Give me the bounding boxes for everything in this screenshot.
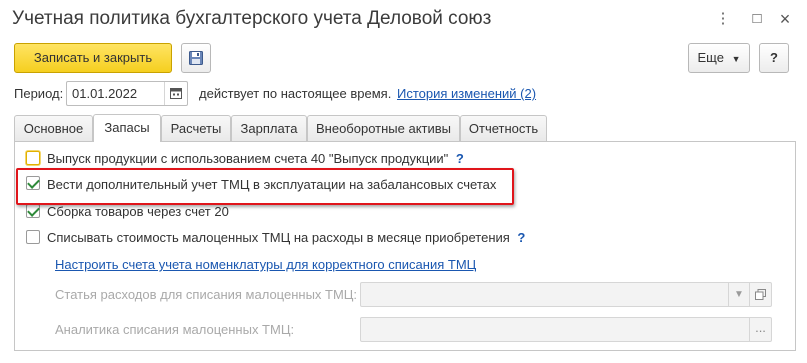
expense-item-dropdown-icon[interactable]: ▼ [728,283,749,306]
expense-item-field[interactable]: ▼ [360,282,772,307]
tab-vneoborotnye-aktivy[interactable]: Внеоборотные активы [307,115,460,141]
history-link[interactable]: История изменений (2) [397,86,536,101]
help-question-icon[interactable]: ? [456,151,464,166]
option-output-account-40-text: Выпуск продукции с использованием счета … [47,151,449,166]
more-button[interactable]: Еще ▼ [688,43,750,73]
tab-osnovnoe[interactable]: Основное [14,115,93,141]
open-item-button[interactable] [749,283,771,306]
analytics-field[interactable]: ... [360,317,772,342]
close-icon[interactable]: × [776,10,794,28]
floppy-disk-icon [189,51,203,65]
option-output-account-40-label: Выпуск продукции с использованием счета … [47,151,464,166]
tab-zapasy[interactable]: Запасы [93,114,161,142]
period-status-text: действует по настоящее время. [199,86,392,101]
period-date-value: 01.01.2022 [72,86,138,101]
red-highlight-frame [16,168,514,205]
expense-item-label: Статья расходов для списания малоценных … [55,287,358,302]
option-low-value-writeoff-label: Списывать стоимость малоценных ТМЦ на ра… [47,230,525,245]
analytics-label: Аналитика списания малоценных ТМЦ: [55,322,295,337]
more-label: Еще [697,50,724,65]
period-date-field[interactable]: 01.01.2022 [66,81,188,106]
more-options-icon[interactable]: ⋮ [714,10,732,28]
tab-zarplata[interactable]: Зарплата [231,115,307,141]
period-label: Период: [14,86,64,101]
maximize-icon[interactable]: □ [748,10,766,28]
option-low-value-writeoff-text: Списывать стоимость малоценных ТМЦ на ра… [47,230,510,245]
checkbox-low-value-writeoff[interactable] [26,230,40,244]
calendar-button[interactable] [164,82,187,105]
calendar-icon [170,88,182,99]
tab-raschety[interactable]: Расчеты [161,115,231,141]
analytics-select-button[interactable]: ... [749,318,771,341]
help-button[interactable]: ? [759,43,789,73]
configure-accounts-link[interactable]: Настроить счета учета номенклатуры для к… [55,257,476,272]
tab-otchetnost[interactable]: Отчетность [460,115,547,141]
save-button[interactable] [181,43,211,73]
checkbox-output-account-40[interactable] [26,151,40,165]
checkbox-assembly-account-20[interactable] [26,204,40,218]
help-question-icon[interactable]: ? [517,230,525,245]
window-title: Учетная политика бухгалтерского учета Де… [12,8,492,29]
save-and-close-button[interactable]: Записать и закрыть [14,43,172,73]
option-assembly-account-20-label: Сборка товаров через счет 20 [47,204,229,219]
open-window-icon [755,289,766,300]
dropdown-arrow-icon: ▼ [731,54,741,64]
